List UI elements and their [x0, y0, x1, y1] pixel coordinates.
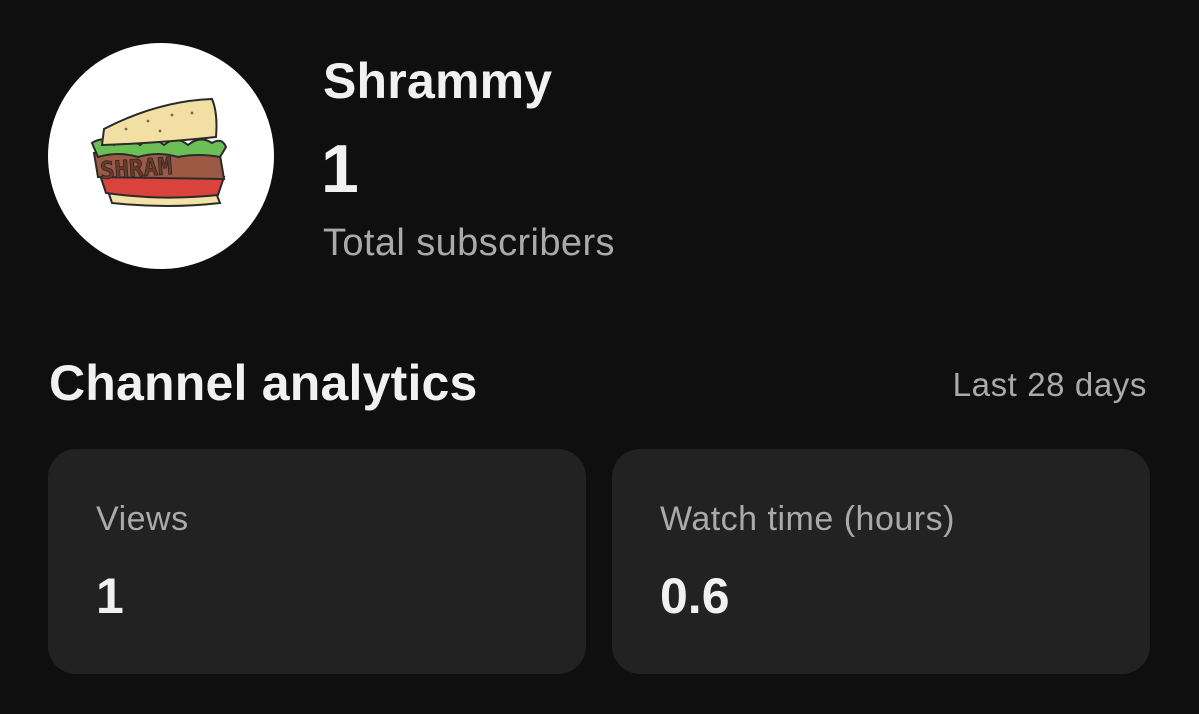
watch-time-card[interactable]: Watch time (hours) 0.6 — [612, 449, 1150, 674]
date-range-label: Last 28 days — [952, 366, 1147, 403]
watch-time-label: Watch time (hours) — [660, 500, 955, 538]
channel-avatar[interactable]: SHRAM — [48, 43, 274, 269]
watch-time-value: 0.6 — [660, 568, 730, 624]
views-card[interactable]: Views 1 — [48, 449, 586, 674]
views-value: 1 — [96, 568, 124, 624]
subscriber-count: 1 — [321, 131, 359, 207]
channel-name: Shrammy — [323, 53, 553, 109]
sandwich-logo-icon: SHRAM — [90, 97, 228, 207]
views-label: Views — [96, 500, 189, 538]
subscriber-label: Total subscribers — [323, 222, 615, 264]
section-title: Channel analytics — [49, 355, 478, 411]
svg-text:SHRAM: SHRAM — [99, 152, 173, 185]
